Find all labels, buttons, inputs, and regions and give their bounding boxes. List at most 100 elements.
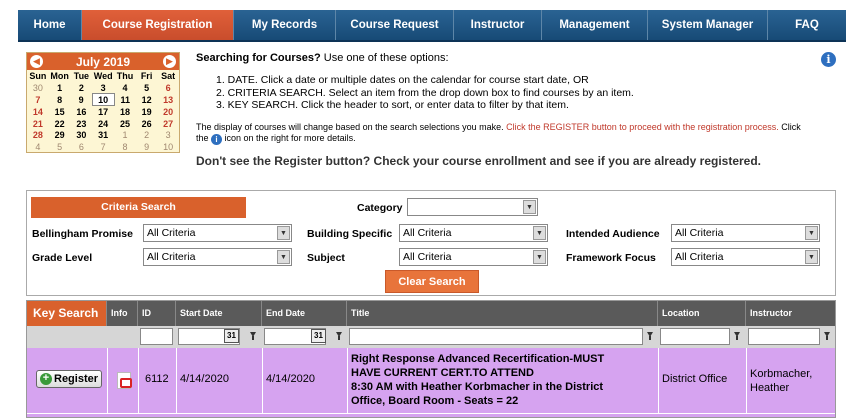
nav-course-registration[interactable]: Course Registration: [82, 10, 234, 40]
nav-management[interactable]: Management: [542, 10, 648, 40]
grade-level-select[interactable]: All Criteria ▼: [143, 248, 292, 266]
instructor-filter-input[interactable]: [748, 328, 820, 345]
calendar-day[interactable]: 5: [49, 141, 71, 153]
calendar-day[interactable]: 24: [92, 118, 114, 130]
location-filter-input[interactable]: [660, 328, 730, 345]
calendar-day[interactable]: 1: [49, 82, 71, 94]
nav-my-records[interactable]: My Records: [234, 10, 336, 40]
location-column-header[interactable]: Location: [658, 301, 746, 326]
course-location: District Office: [662, 373, 728, 385]
nav-system-manager[interactable]: System Manager: [648, 10, 768, 40]
calendar-day[interactable]: 9: [136, 141, 158, 153]
intended-audience-select[interactable]: All Criteria ▼: [671, 224, 820, 242]
weekday-label: Wed: [93, 70, 113, 81]
instructor-column-header[interactable]: Instructor: [746, 301, 835, 326]
calendar-day[interactable]: 15: [49, 106, 71, 118]
calendar-day[interactable]: 2: [136, 129, 158, 141]
top-nav: Home Course Registration My Records Cour…: [18, 10, 846, 42]
register-button[interactable]: + Register: [36, 370, 102, 388]
filter-icon[interactable]: [647, 332, 653, 340]
info-column-header[interactable]: Info: [107, 301, 138, 326]
calendar-day[interactable]: 31: [92, 129, 114, 141]
start-date-column-header[interactable]: Start Date: [176, 301, 262, 326]
calendar-day[interactable]: 8: [49, 94, 71, 106]
calendar-day[interactable]: 27: [157, 118, 179, 130]
calendar-day[interactable]: 19: [136, 106, 158, 118]
courses-table: Key Search Info ID Start Date End Date T…: [26, 300, 836, 418]
bellingham-promise-select[interactable]: All Criteria ▼: [143, 224, 292, 242]
building-specific-select[interactable]: All Criteria ▼: [399, 224, 548, 242]
nav-instructor[interactable]: Instructor: [454, 10, 542, 40]
weekday-label: Sat: [161, 70, 176, 81]
calendar-day[interactable]: 22: [49, 118, 71, 130]
course-instructor: Korbmacher, Heather: [750, 368, 813, 394]
clear-search-button[interactable]: Clear Search: [385, 270, 479, 293]
prev-month-icon[interactable]: ◀: [30, 55, 43, 68]
calendar-day[interactable]: 7: [92, 141, 114, 153]
category-select[interactable]: ▼: [407, 198, 538, 216]
filter-icon[interactable]: [250, 332, 256, 340]
nav-course-request[interactable]: Course Request: [336, 10, 454, 40]
calendar-day[interactable]: 6: [157, 82, 179, 94]
weekday-label: Tue: [73, 70, 90, 81]
calendar-icon[interactable]: 31: [311, 329, 326, 343]
date-calendar: ◀ July 2019 ▶ Sun Mon Tue Wed Thu Fri Sa…: [26, 52, 180, 153]
calendar-day[interactable]: 21: [27, 118, 49, 130]
calendar-day[interactable]: 2: [71, 82, 93, 94]
subject-label: Subject: [307, 252, 345, 264]
next-month-icon[interactable]: ▶: [163, 55, 176, 68]
framework-focus-select[interactable]: All Criteria ▼: [671, 248, 820, 266]
key-search-header[interactable]: Key Search: [27, 301, 107, 326]
calendar-day[interactable]: 26: [136, 118, 158, 130]
calendar-day[interactable]: 7: [27, 94, 49, 106]
calendar-day[interactable]: 30: [27, 82, 49, 94]
subject-select[interactable]: All Criteria ▼: [399, 248, 548, 266]
calendar-day[interactable]: 8: [114, 141, 136, 153]
calendar-day[interactable]: 16: [71, 106, 93, 118]
info-icon[interactable]: i: [821, 52, 836, 67]
instructions-steps: 1. DATE. Click a date or multiple dates …: [216, 74, 806, 112]
calendar-day[interactable]: 3: [92, 82, 114, 94]
filter-icon[interactable]: [734, 332, 740, 340]
title-filter-input[interactable]: [349, 328, 643, 345]
id-column-header[interactable]: ID: [138, 301, 176, 326]
course-start-date: 4/14/2020: [180, 373, 229, 385]
calendar-day[interactable]: 28: [27, 129, 49, 141]
chevron-down-icon: ▼: [277, 250, 290, 264]
calendar-day[interactable]: 11: [114, 94, 136, 106]
calendar-icon[interactable]: 31: [224, 329, 239, 343]
filter-icon[interactable]: [824, 332, 830, 340]
table-header-row: Key Search Info ID Start Date End Date T…: [27, 301, 835, 326]
calendar-day[interactable]: 4: [27, 141, 49, 153]
calendar-day[interactable]: 3: [157, 129, 179, 141]
id-filter-input[interactable]: [140, 328, 173, 345]
nav-faq[interactable]: FAQ: [768, 10, 846, 40]
calendar-day[interactable]: 6: [71, 141, 93, 153]
calendar-day[interactable]: 30: [71, 129, 93, 141]
end-date-column-header[interactable]: End Date: [262, 301, 347, 326]
calendar-day[interactable]: 14: [27, 106, 49, 118]
calendar-day[interactable]: 1: [114, 129, 136, 141]
calendar-day[interactable]: 9: [71, 94, 93, 106]
calendar-day[interactable]: 4: [114, 82, 136, 94]
filter-icon[interactable]: [336, 332, 342, 340]
search-instructions: Searching for Courses? Use one of these …: [196, 52, 806, 168]
calendar-day[interactable]: 20: [157, 106, 179, 118]
calendar-day[interactable]: 10: [91, 93, 115, 107]
calendar-header: ◀ July 2019 ▶: [27, 53, 179, 70]
calendar-day[interactable]: 17: [92, 106, 114, 118]
title-column-header[interactable]: Title: [347, 301, 658, 326]
calendar-day[interactable]: 25: [114, 118, 136, 130]
calendar-day[interactable]: 12: [136, 94, 158, 106]
calendar-month-title: July 2019: [75, 54, 131, 69]
calendar-day[interactable]: 5: [136, 82, 158, 94]
calendar-day[interactable]: 10: [157, 141, 179, 153]
register-notice: Don't see the Register button? Check you…: [196, 153, 762, 168]
nav-home[interactable]: Home: [18, 10, 82, 40]
calendar-day[interactable]: 13: [157, 94, 179, 106]
calendar-day[interactable]: 23: [71, 118, 93, 130]
calendar-day[interactable]: 18: [114, 106, 136, 118]
pdf-icon[interactable]: [117, 372, 132, 389]
chevron-down-icon: ▼: [805, 250, 818, 264]
calendar-day[interactable]: 29: [49, 129, 71, 141]
